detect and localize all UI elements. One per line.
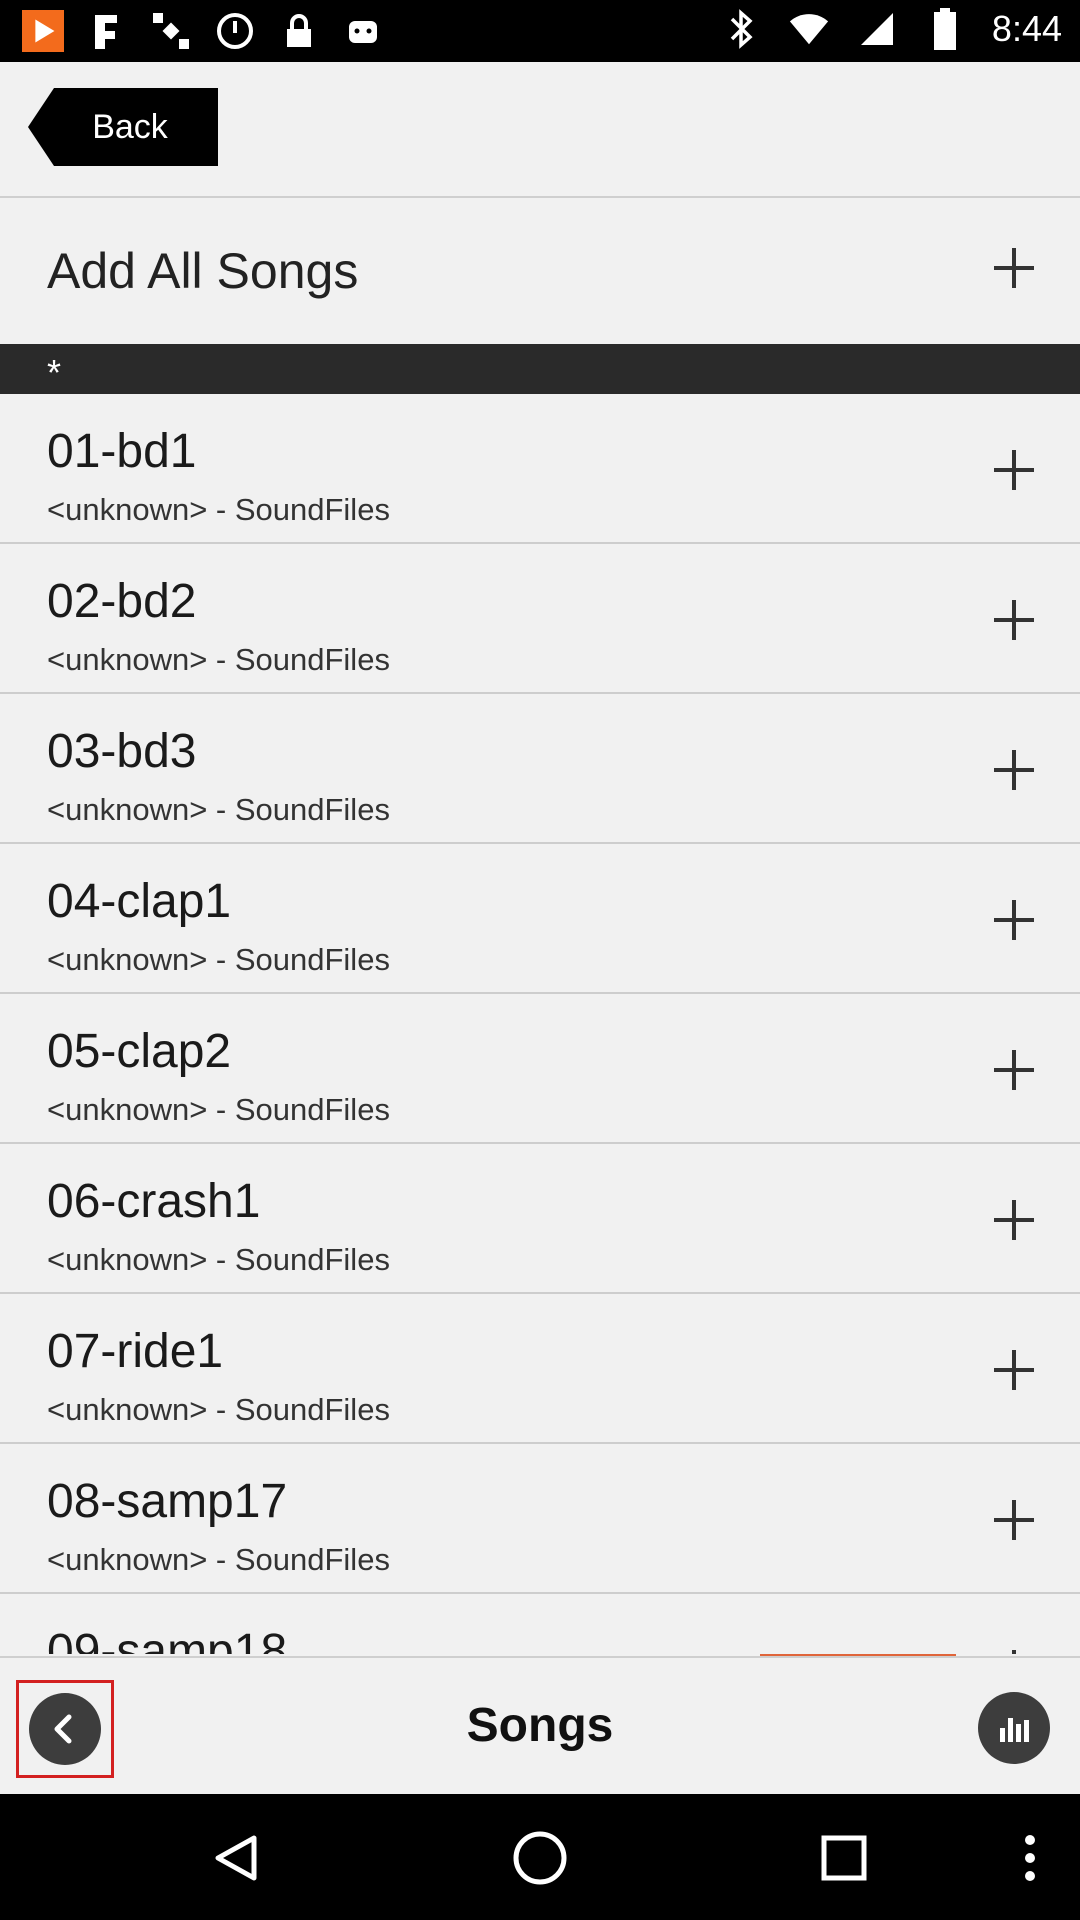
song-subtitle: <unknown> - SoundFiles bbox=[47, 1092, 390, 1127]
nav-recents-icon[interactable] bbox=[814, 1828, 874, 1888]
nav-home-icon[interactable] bbox=[510, 1828, 570, 1888]
android-icon bbox=[342, 10, 384, 52]
lock-icon bbox=[278, 10, 320, 52]
song-subtitle: <unknown> - SoundFiles bbox=[47, 942, 390, 977]
song-subtitle: <unknown> - SoundFiles bbox=[47, 642, 390, 677]
song-subtitle: <unknown> - SoundFiles bbox=[47, 1392, 390, 1427]
song-title: 09-samp18 bbox=[47, 1625, 288, 1654]
status-right-icons: 8:44 bbox=[720, 8, 1062, 50]
song-row[interactable]: 05-clap2 <unknown> - SoundFiles bbox=[0, 994, 1080, 1144]
wifi-icon bbox=[788, 8, 830, 50]
song-title: 02-bd2 bbox=[47, 575, 197, 628]
nav-back-icon[interactable] bbox=[206, 1828, 266, 1888]
system-nav-bar bbox=[0, 1794, 1080, 1920]
song-title: 04-clap1 bbox=[47, 875, 232, 928]
song-title: 06-crash1 bbox=[47, 1175, 261, 1228]
add-song-plus-icon[interactable] bbox=[994, 1650, 1034, 1654]
song-subtitle: <unknown> - SoundFiles bbox=[47, 792, 390, 827]
status-left-icons bbox=[22, 10, 384, 52]
song-row[interactable]: 06-crash1 <unknown> - SoundFiles bbox=[0, 1144, 1080, 1294]
alarm-icon bbox=[214, 10, 256, 52]
song-row[interactable]: 04-clap1 <unknown> - SoundFiles bbox=[0, 844, 1080, 994]
add-song-plus-icon[interactable] bbox=[994, 900, 1034, 940]
overflow-menu-icon[interactable] bbox=[1000, 1828, 1060, 1888]
song-title: 01-bd1 bbox=[47, 425, 197, 478]
section-header: * bbox=[0, 344, 1080, 394]
add-song-plus-icon[interactable] bbox=[994, 600, 1034, 640]
song-title: 05-clap2 bbox=[47, 1025, 232, 1078]
section-header-label: * bbox=[47, 352, 62, 393]
song-row[interactable]: 02-bd2 <unknown> - SoundFiles bbox=[0, 544, 1080, 694]
song-row[interactable]: 08-samp17 <unknown> - SoundFiles bbox=[0, 1444, 1080, 1594]
equalizer-icon bbox=[1000, 1718, 1029, 1742]
bluetooth-icon bbox=[720, 8, 762, 50]
equalizer-button[interactable] bbox=[978, 1692, 1050, 1764]
add-song-plus-icon[interactable] bbox=[994, 1500, 1034, 1540]
song-subtitle: <unknown> - SoundFiles bbox=[47, 492, 390, 527]
song-row[interactable]: 01-bd1 <unknown> - SoundFiles bbox=[0, 394, 1080, 544]
song-list[interactable]: 01-bd1 <unknown> - SoundFiles 02-bd2 <un… bbox=[0, 394, 1080, 1654]
bottom-bar: Songs bbox=[0, 1656, 1080, 1796]
song-title: 03-bd3 bbox=[47, 725, 197, 778]
song-row[interactable]: 03-bd3 <unknown> - SoundFiles bbox=[0, 694, 1080, 844]
add-all-plus-icon[interactable] bbox=[994, 248, 1034, 288]
fake-gps-icon bbox=[86, 10, 128, 52]
top-bar: Back bbox=[0, 62, 1080, 198]
add-song-plus-icon[interactable] bbox=[994, 1200, 1034, 1240]
song-title: 08-samp17 bbox=[47, 1475, 288, 1528]
add-song-plus-icon[interactable] bbox=[994, 1050, 1034, 1090]
status-bar: 8:44 bbox=[0, 0, 1080, 62]
add-song-plus-icon[interactable] bbox=[994, 1350, 1034, 1390]
add-all-songs-label: Add All Songs bbox=[47, 243, 359, 299]
back-button[interactable]: Back bbox=[28, 88, 218, 166]
signal-icon bbox=[856, 8, 898, 50]
song-row[interactable]: 07-ride1 <unknown> - SoundFiles bbox=[0, 1294, 1080, 1444]
add-song-plus-icon[interactable] bbox=[994, 750, 1034, 790]
add-song-plus-icon[interactable] bbox=[994, 450, 1034, 490]
add-all-songs-row[interactable]: Add All Songs bbox=[0, 198, 1080, 340]
song-subtitle: <unknown> - SoundFiles bbox=[47, 1242, 390, 1277]
battery-icon bbox=[924, 8, 966, 50]
play-store-icon bbox=[22, 10, 64, 52]
song-subtitle: <unknown> - SoundFiles bbox=[47, 1542, 390, 1577]
song-title: 07-ride1 bbox=[47, 1325, 224, 1378]
song-row[interactable]: 09-samp18 bbox=[0, 1594, 1080, 1654]
satellite-icon bbox=[150, 10, 192, 52]
bottom-bar-title: Songs bbox=[466, 1699, 614, 1752]
status-time: 8:44 bbox=[991, 8, 1062, 49]
